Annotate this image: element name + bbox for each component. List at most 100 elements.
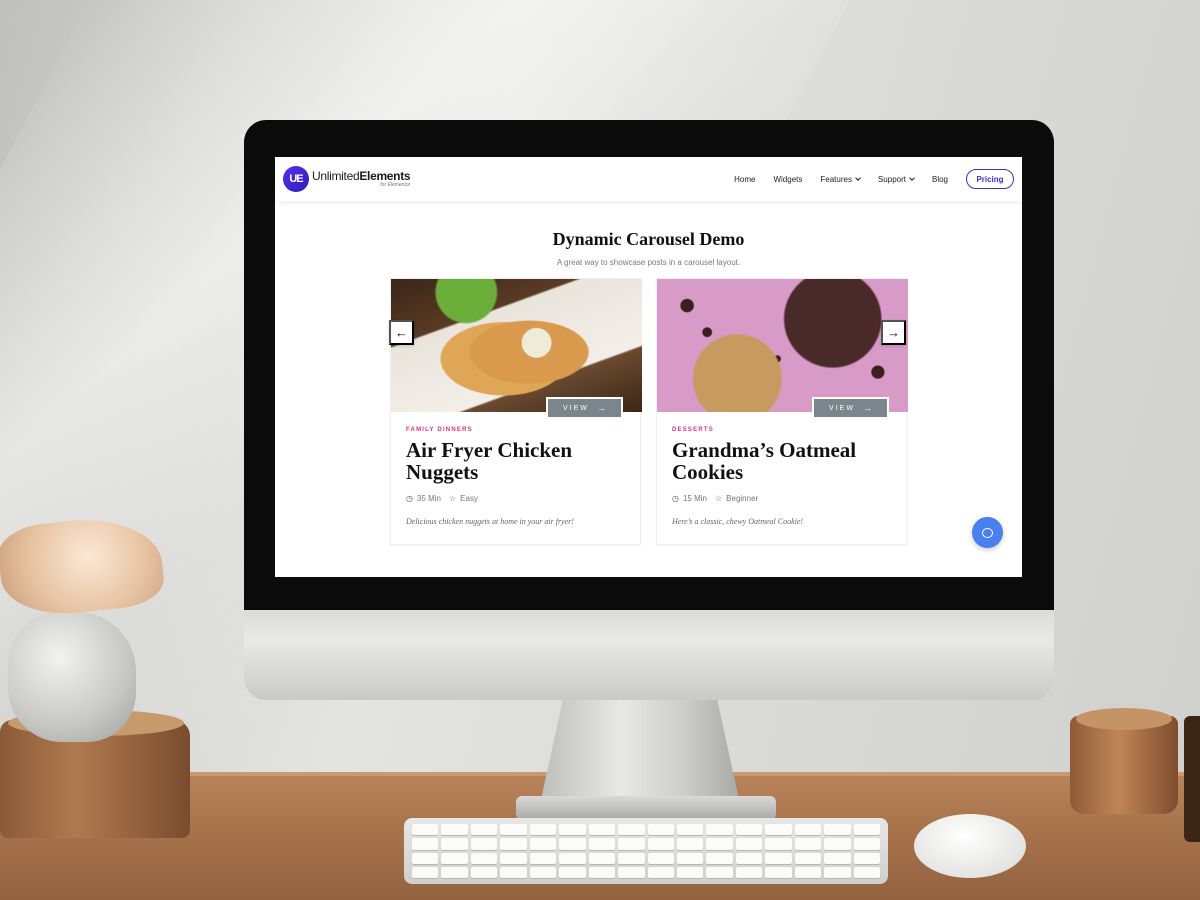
clock-icon: ◷ [406,494,413,503]
keyboard-key [470,838,498,850]
keyboard-key [500,824,527,836]
keyboard-key [412,824,439,836]
page-subtitle: A great way to showcase posts in a carou… [556,258,741,267]
keyboard-key [559,824,586,836]
keyboard-key [559,852,586,864]
keyboard-key [676,824,704,836]
keyboard-key [676,838,704,850]
keyboard-key [412,838,439,850]
card-category[interactable]: FAMILY DINNERS [406,427,473,433]
recipe-card[interactable]: VIEW → FAMILY DINNERS Air Fryer Chicken N… [390,278,642,545]
keyboard-key [765,824,792,836]
monitor-stand [540,694,740,804]
keyboard-key [470,824,498,836]
keyboard-key [647,852,674,864]
carousel-prev-button[interactable]: ← [389,320,414,345]
monitor-chin [244,600,1054,700]
keyboard-key [588,852,616,864]
keyboard-key [529,824,557,836]
logo-tagline: for Elementor [380,182,411,188]
keyboard-key [824,866,851,878]
keyboard-key [588,838,616,850]
keyboard-key [618,824,645,836]
chevron-down-icon [909,174,915,181]
white-rock-decor [8,612,136,742]
nav-item-home[interactable]: Home [734,175,755,184]
card-title[interactable]: Air Fryer Chicken Nuggets [406,439,631,483]
recipe-card[interactable]: VIEW → DESSERTS Grandma’s Oatmeal Cookies… [656,278,908,545]
card-meta: ◷ 35 Min ☆ Easy [406,494,478,503]
main-nav: Home Widgets Features Support Blog Prici… [716,169,1014,189]
chevron-down-icon [855,174,861,181]
card-difficulty: Beginner [726,494,759,503]
keyboard-key [735,824,763,836]
pricing-button[interactable]: Pricing [966,169,1014,189]
chat-button[interactable] [972,517,1003,548]
keyboard-key [706,866,733,878]
keyboard-key [529,866,557,878]
nav-item-blog[interactable]: Blog [932,175,948,184]
keyboard-key [853,824,880,836]
keyboard-key [588,866,616,878]
keyboard-key [441,852,468,864]
card-time: 35 Min [416,494,441,503]
arrow-right-icon: → [887,325,900,340]
mouse [914,814,1026,878]
keyboard-key [735,866,763,878]
card-category[interactable]: DESSERTS [672,427,714,433]
card-time: 15 Min [682,494,707,503]
keyboard-key [824,852,851,864]
view-button[interactable]: VIEW → [546,397,623,419]
chat-bubble-icon [982,527,993,538]
keyboard-key [529,838,557,850]
site-logo[interactable]: UE UnlimitedElements for Elementor [283,166,411,192]
card-meta: ◷ 15 Min ☆ Beginner [672,494,758,503]
keyboard-key [765,838,792,850]
carousel-next-button[interactable]: → [881,320,906,345]
nav-item-widgets[interactable]: Widgets [773,175,802,184]
keyboard-key [529,852,557,864]
keyboard-key [412,866,439,878]
keyboard-key [735,838,763,850]
arrow-left-icon: ← [395,325,408,340]
keyboard-key [441,838,468,850]
keyboard-key [735,852,763,864]
monitor-stand-base [516,796,776,820]
arrow-right-icon: → [596,403,606,413]
keyboard-key [441,866,468,878]
keyboard-key [647,824,674,836]
logo-brand: UnlimitedElements [312,169,411,183]
keyboard-key [794,838,822,850]
keyboard-key [676,852,704,864]
chicken-nuggets-photo[interactable] [391,279,642,412]
oatmeal-cookies-photo[interactable] [657,279,908,412]
arrow-right-icon: → [862,403,872,413]
keyboard-key [765,866,792,878]
keyboard-key [794,852,822,864]
keyboard-key [706,852,733,864]
keyboard-key [412,852,439,864]
keyboard-key [470,852,498,864]
keyboard-key [470,866,498,878]
keyboard-key [500,852,527,864]
nav-item-support[interactable]: Support [878,174,915,184]
keyboard-key [765,852,792,864]
nav-item-features[interactable]: Features [820,174,861,184]
keyboard-key [618,866,645,878]
card-description: Delicious chicken nuggets at home in you… [406,517,574,526]
keyboard-key [853,838,880,850]
keyboard-key [676,866,704,878]
keyboard-key [559,838,586,850]
keyboard-key [853,852,880,864]
card-title[interactable]: Grandma’s Oatmeal Cookies [672,439,897,483]
keyboard-key [647,838,674,850]
monitor-screen: UE UnlimitedElements for Elementor Home … [275,157,1022,577]
keyboard-key [588,824,616,836]
view-button[interactable]: VIEW → [812,397,889,419]
clock-icon: ◷ [672,494,679,503]
keyboard-key [500,838,527,850]
wood-cup-decor [1070,708,1178,814]
site-header: UE UnlimitedElements for Elementor Home … [275,157,1022,201]
keyboard [404,818,888,884]
star-icon: ☆ [715,494,723,503]
